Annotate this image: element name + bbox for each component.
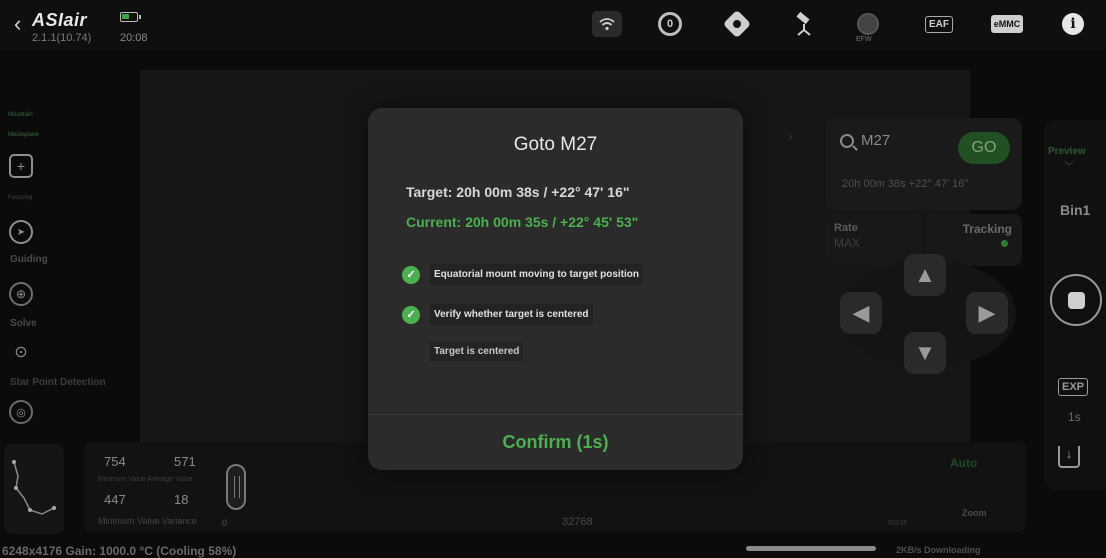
main-camera-icon[interactable]: 0 xyxy=(655,11,685,37)
step-label: Equatorial mount moving to target positi… xyxy=(430,264,643,285)
stat-caption-top: Minimum Value Average Value xyxy=(98,476,193,483)
search-icon xyxy=(840,134,854,148)
stat-caption-bottom: Minimum Value Variance xyxy=(98,516,197,526)
focusing-label: Focusing xyxy=(8,195,33,201)
zoom-button[interactable]: Zoom xyxy=(962,508,987,518)
stat-minimum: 754 xyxy=(104,454,126,469)
back-chevron-icon[interactable]: ‹ xyxy=(14,13,21,35)
chevron-down-icon: ﹀ xyxy=(1064,162,1074,173)
left-toolbar: Mountain Mosinglane + Focusing ➤ Guiding… xyxy=(0,80,106,440)
info-icon[interactable]: i xyxy=(1060,11,1086,37)
download-status: 2KB/s Downloading xyxy=(896,545,981,555)
guide-camera-icon[interactable] xyxy=(722,9,752,39)
go-button[interactable]: GO xyxy=(958,132,1010,164)
brand-logo: ASIair xyxy=(32,10,88,30)
filter-wheel-icon[interactable]: EFW xyxy=(852,11,884,43)
mode-preview-tab[interactable]: Preview xyxy=(1048,146,1086,157)
stat-average: 571 xyxy=(174,454,196,469)
auto-stretch-button[interactable]: Auto xyxy=(950,456,977,470)
focuser-icon[interactable]: EAF xyxy=(921,11,957,37)
histogram-tick-mid: 32768 xyxy=(562,516,593,528)
star-detection-icon[interactable]: ⊙ xyxy=(9,340,33,364)
version-label: 2.1.1(10.74) xyxy=(32,32,92,44)
home-indicator xyxy=(746,546,876,551)
efw-tag: EFW xyxy=(856,36,872,43)
plate-solve-icon[interactable]: ⊕ xyxy=(9,282,33,306)
target-coords: 20h 00m 38s +22° 47' 16" xyxy=(842,178,969,190)
histogram-tick-max: 65535 xyxy=(888,520,908,527)
step-label: Verify whether target is centered xyxy=(430,304,593,325)
step-verify-centered: ✓ Verify whether target is centered xyxy=(402,304,593,325)
step-result: Target is centered xyxy=(430,342,524,361)
current-coordinates: Current: 20h 00m 35s / +22° 45' 53" xyxy=(406,214,639,230)
dialog-title: Goto M27 xyxy=(513,134,598,155)
exposure-icon[interactable]: EXP xyxy=(1058,378,1089,396)
solve-label: Solve xyxy=(10,318,37,329)
right-toolbar: Preview ﹀ Bin1 EXP 1s ↓ xyxy=(1044,120,1106,490)
bin-selector[interactable]: Bin1 xyxy=(1060,202,1090,218)
rate-value: MAX xyxy=(834,236,861,250)
check-icon: ✓ xyxy=(402,305,420,324)
exposure-value: 1s xyxy=(1068,410,1081,424)
battery-icon xyxy=(120,12,141,22)
camera-status: 6248x4176 Gain: 1000.0 °C (Cooling 58%) xyxy=(2,544,237,558)
storage-icon[interactable]: eMMC xyxy=(990,11,1024,37)
search-input[interactable]: M27 xyxy=(861,132,890,149)
tracking-status-dot xyxy=(1001,240,1008,247)
goto-dialog: Goto M27 Target: 20h 00m 38s / +22° 47' … xyxy=(368,108,743,470)
app-screen: ‹ ASIair 2.1.1(10.74) 20:08 0 EFW EAF eM… xyxy=(0,0,1106,558)
focus-tool-icon[interactable]: + xyxy=(9,154,33,178)
guiding-label: Guiding xyxy=(10,254,48,265)
download-icon[interactable]: ↓ xyxy=(1058,446,1080,468)
star-thumbnail[interactable] xyxy=(4,444,64,534)
wifi-icon[interactable] xyxy=(592,11,622,37)
goto-panel: M27 GO 20h 00m 38s +22° 47' 16" xyxy=(826,118,1022,210)
top-bar: ‹ ASIair 2.1.1(10.74) 20:08 0 EFW EAF eM… xyxy=(0,0,1106,50)
check-icon: ✓ xyxy=(402,265,420,284)
rate-label: Rate xyxy=(834,222,858,234)
stat-min-value: 447 xyxy=(104,492,126,507)
star-detection-label: Star Point Detection xyxy=(10,377,106,388)
emmc-label: eMMC xyxy=(990,15,1024,33)
panel-expand-icon[interactable]: › xyxy=(788,128,793,144)
telescope-mount-icon[interactable] xyxy=(789,11,819,37)
annotate-tool-icon[interactable]: ◎ xyxy=(9,400,33,424)
step-mount-moving: ✓ Equatorial mount moving to target posi… xyxy=(402,264,643,285)
mount-direction-pad: ▲ ▼ ◀ ▶ xyxy=(834,250,1024,376)
confirm-button[interactable]: Confirm (1s) xyxy=(368,414,743,470)
camera-count: 0 xyxy=(658,12,682,36)
capture-stop-button[interactable] xyxy=(1050,274,1102,326)
mount-tiny-label-2: Mosinglane xyxy=(8,132,39,138)
guiding-tool-icon[interactable]: ➤ xyxy=(9,220,33,244)
target-coordinates: Target: 20h 00m 38s / +22° 47' 16" xyxy=(406,184,630,200)
move-west-button[interactable]: ▶ xyxy=(966,292,1008,334)
mount-tiny-label: Mountain xyxy=(8,112,33,118)
move-east-button[interactable]: ◀ xyxy=(840,292,882,334)
tracking-label: Tracking xyxy=(962,222,1012,236)
move-north-button[interactable]: ▲ xyxy=(904,254,946,296)
eaf-label: EAF xyxy=(925,15,953,33)
move-south-button[interactable]: ▼ xyxy=(904,332,946,374)
histogram-tick-zero: 0 xyxy=(222,518,228,528)
stat-variance: 18 xyxy=(174,492,189,507)
histogram-stretch-slider[interactable] xyxy=(226,464,246,510)
clock-label: 20:08 xyxy=(120,32,148,44)
